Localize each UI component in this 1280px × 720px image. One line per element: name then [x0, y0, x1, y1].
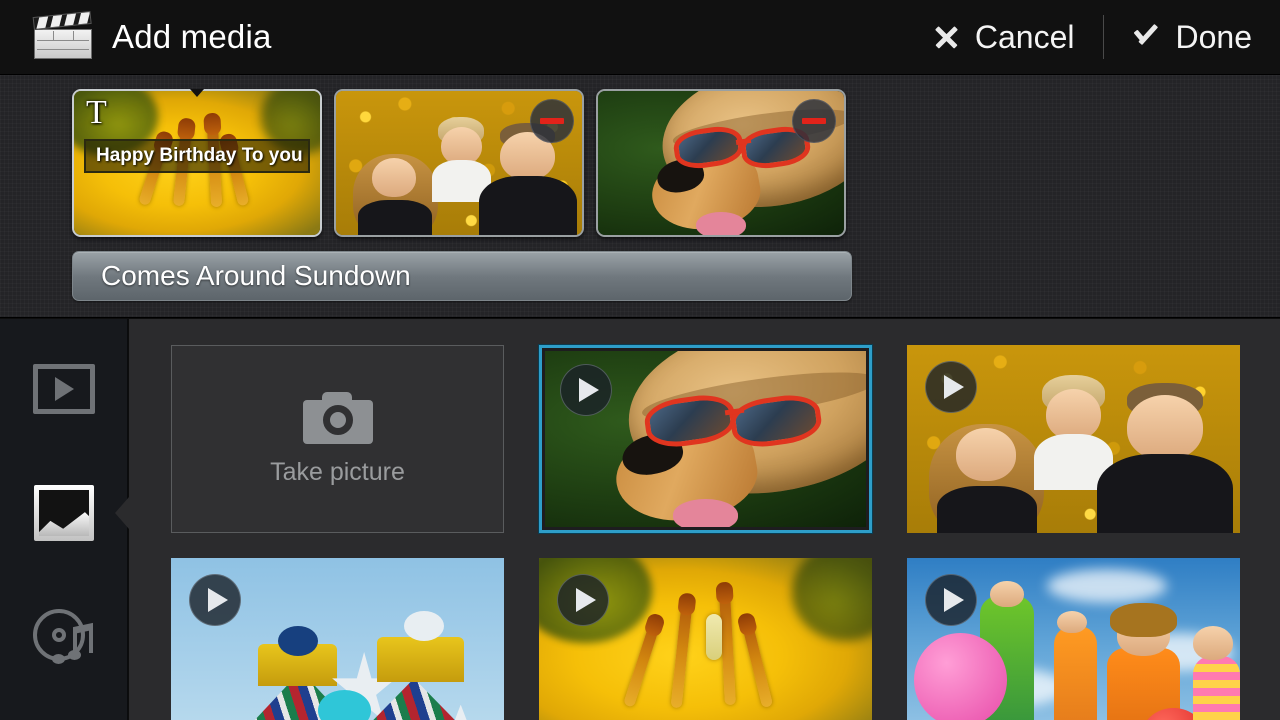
- play-icon[interactable]: [925, 574, 977, 626]
- remove-minus-icon: [540, 118, 564, 124]
- timeline-clip[interactable]: [334, 89, 584, 237]
- cancel-button-label: Cancel: [974, 18, 1075, 55]
- gallery-row: Take picture: [171, 345, 1240, 533]
- done-button[interactable]: Done: [1132, 19, 1253, 56]
- add-media-screen: Add media Cancel Done T Happy Birthday T…: [0, 0, 1280, 720]
- active-tab-pointer: [115, 497, 129, 529]
- play-icon[interactable]: [557, 574, 609, 626]
- gallery-item-lily[interactable]: [539, 558, 872, 720]
- film-strip-icon: [33, 364, 95, 414]
- sidebar-item-audio[interactable]: [0, 575, 128, 699]
- title-bar: Add media Cancel Done: [0, 0, 1280, 75]
- check-icon: [1132, 22, 1162, 52]
- done-button-label: Done: [1175, 18, 1253, 55]
- gallery-row: [171, 558, 1240, 720]
- titlebar-divider: [1102, 15, 1104, 59]
- gallery-item-family-autumn[interactable]: [907, 345, 1240, 533]
- page-title: Add media: [112, 18, 272, 55]
- take-picture-tile[interactable]: Take picture: [171, 345, 504, 533]
- gallery-item-beach-balloons[interactable]: [907, 558, 1240, 720]
- media-gallery: Take picture: [129, 319, 1280, 720]
- clip-position-marker: [190, 89, 204, 97]
- sidebar-item-video[interactable]: [0, 327, 128, 451]
- music-track-bar[interactable]: Comes Around Sundown: [72, 251, 852, 301]
- timeline-panel: T Happy Birthday To you Comes Around Sun…: [0, 75, 1280, 318]
- title-bar-left: Add media: [0, 11, 931, 59]
- music-disc-icon: [33, 609, 95, 665]
- text-overlay-badge: T: [86, 94, 107, 131]
- title-bar-actions: Cancel Done: [931, 15, 1280, 59]
- take-picture-label: Take picture: [270, 457, 405, 486]
- timeline-clip[interactable]: T Happy Birthday To you: [72, 89, 322, 237]
- remove-clip-button[interactable]: [792, 99, 836, 143]
- cancel-button[interactable]: Cancel: [931, 19, 1075, 56]
- music-track-title: Comes Around Sundown: [101, 260, 411, 291]
- photo-icon: [34, 485, 94, 541]
- timeline-clip-strip: T Happy Birthday To you: [72, 89, 846, 237]
- sidebar-item-images[interactable]: [0, 451, 129, 575]
- play-icon[interactable]: [189, 574, 241, 626]
- close-x-icon: [931, 22, 961, 52]
- camera-icon: [302, 391, 373, 444]
- clip-caption-text: Happy Birthday To you: [96, 145, 303, 166]
- clapperboard-icon: [32, 11, 92, 59]
- timeline-clip[interactable]: [596, 89, 846, 237]
- play-icon[interactable]: [925, 361, 977, 413]
- gallery-item-carnival[interactable]: [171, 558, 504, 720]
- media-type-sidebar: [0, 319, 129, 720]
- gallery-item-dog-sunglasses[interactable]: [539, 345, 872, 533]
- remove-minus-icon: [802, 118, 826, 124]
- remove-clip-button[interactable]: [530, 99, 574, 143]
- play-icon[interactable]: [560, 364, 612, 416]
- clip-caption: Happy Birthday To you: [84, 139, 310, 173]
